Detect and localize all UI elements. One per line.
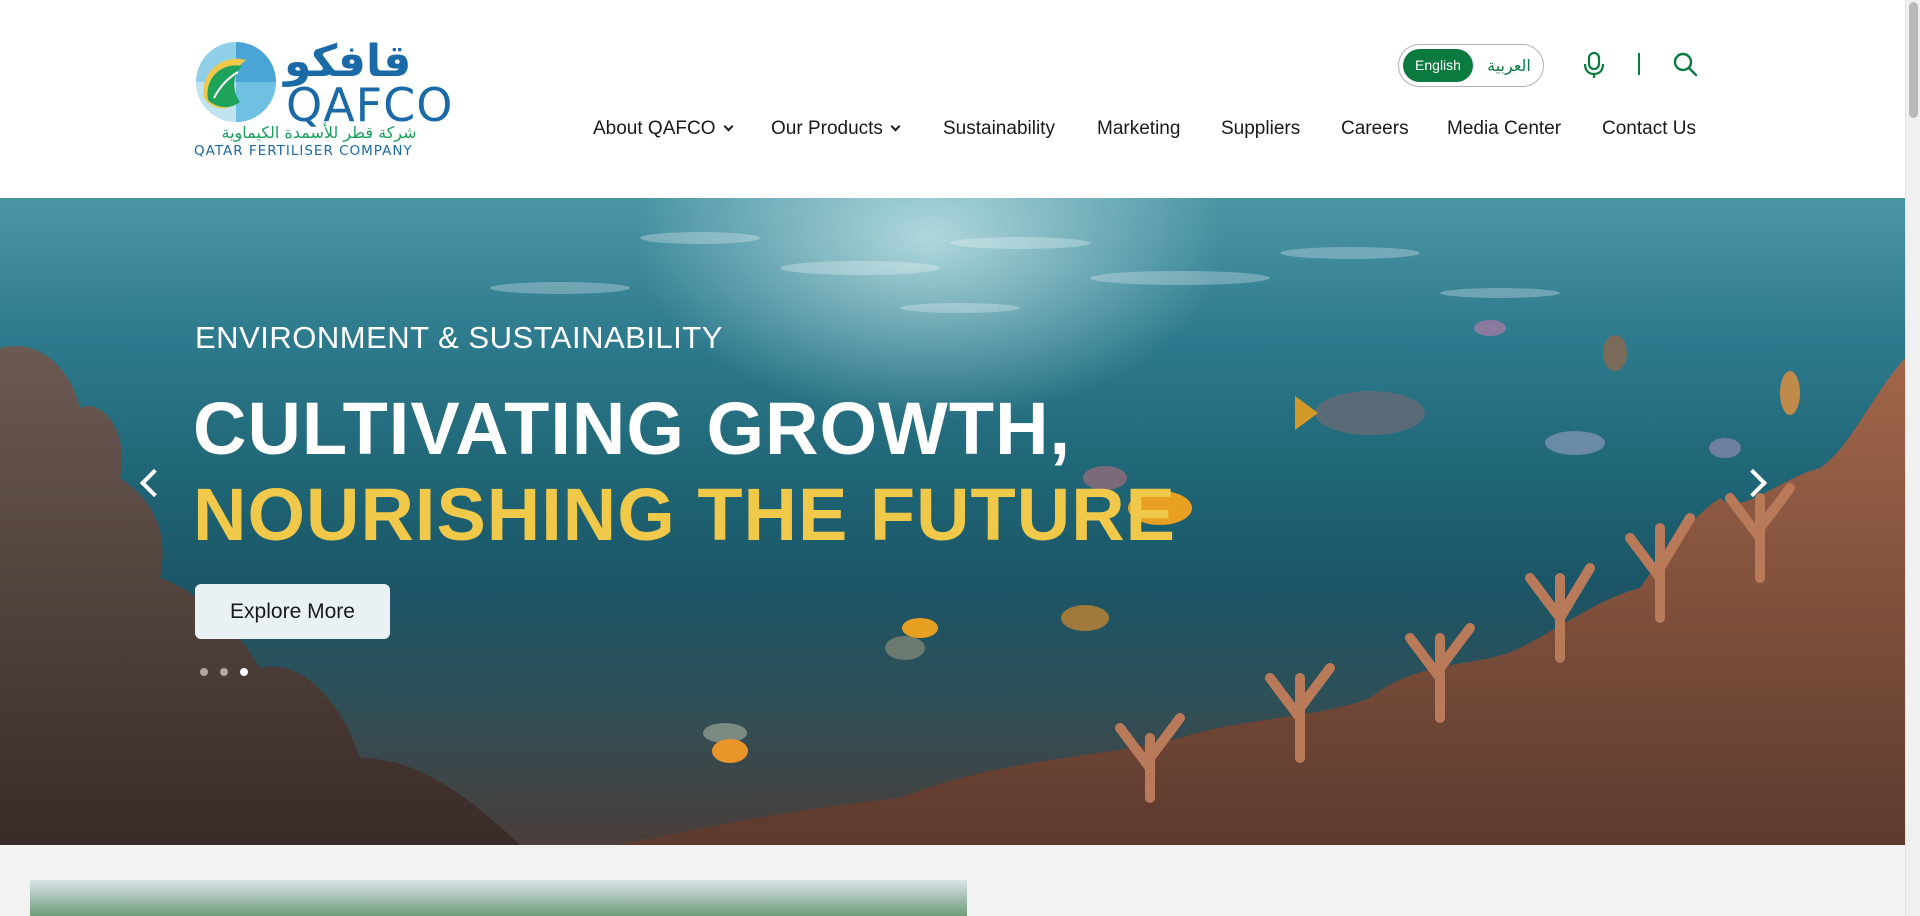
hero-eyebrow: ENVIRONMENT & SUSTAINABILITY bbox=[195, 320, 723, 355]
hero-title-line-2: NOURISHING THE FUTURE bbox=[193, 473, 1176, 556]
header-divider bbox=[1638, 53, 1640, 75]
scrollbar-thumb[interactable] bbox=[1909, 2, 1918, 118]
nav-item-suppliers[interactable]: Suppliers bbox=[1221, 114, 1300, 144]
slider-dot-3[interactable] bbox=[240, 668, 248, 676]
nav-item-careers[interactable]: Careers bbox=[1341, 114, 1409, 144]
logo-company-name: QATAR FERTILISER COMPANY bbox=[194, 143, 413, 159]
slider-dot-1[interactable] bbox=[200, 668, 208, 676]
nav-item-contact-us[interactable]: Contact Us bbox=[1602, 114, 1696, 144]
nav-item-label: Our Products bbox=[771, 118, 883, 139]
nav-item-sustainability[interactable]: Sustainability bbox=[943, 114, 1055, 144]
site-header: قافكو QAFCO شركة قطر للأسمدة الكيماوية Q… bbox=[0, 0, 1905, 198]
language-english-button[interactable]: English bbox=[1403, 49, 1473, 82]
chevron-down-icon bbox=[890, 121, 901, 132]
nav-item-label: About QAFCO bbox=[593, 118, 716, 139]
nav-item-about-qafco[interactable]: About QAFCO bbox=[593, 114, 733, 144]
nav-item-media-center[interactable]: Media Center bbox=[1447, 114, 1561, 144]
mic-icon[interactable] bbox=[1580, 50, 1608, 80]
nav-item-marketing[interactable]: Marketing bbox=[1097, 114, 1180, 144]
slider-dot-2[interactable] bbox=[220, 668, 228, 676]
nav-item-our-products[interactable]: Our Products bbox=[771, 114, 901, 144]
search-icon[interactable] bbox=[1672, 51, 1698, 77]
slider-next-arrow-icon[interactable] bbox=[1740, 462, 1770, 502]
page-scrollbar[interactable] bbox=[1905, 0, 1920, 916]
language-switcher[interactable]: English العربية bbox=[1398, 44, 1544, 87]
explore-more-button[interactable]: Explore More bbox=[195, 584, 390, 639]
hero-title-line-1: CULTIVATING GROWTH, bbox=[193, 387, 1072, 470]
language-arabic-button[interactable]: العربية bbox=[1479, 49, 1539, 82]
chevron-down-icon bbox=[723, 121, 733, 132]
content-image bbox=[30, 880, 967, 916]
hero-slider: ENVIRONMENT & SUSTAINABILITY CULTIVATING… bbox=[0, 198, 1905, 845]
logo-emblem-icon bbox=[196, 42, 276, 122]
slider-prev-arrow-icon[interactable] bbox=[133, 462, 163, 502]
slider-pagination bbox=[200, 668, 260, 678]
main-navigation: About QAFCO Our Products Sustainability … bbox=[0, 114, 1905, 144]
